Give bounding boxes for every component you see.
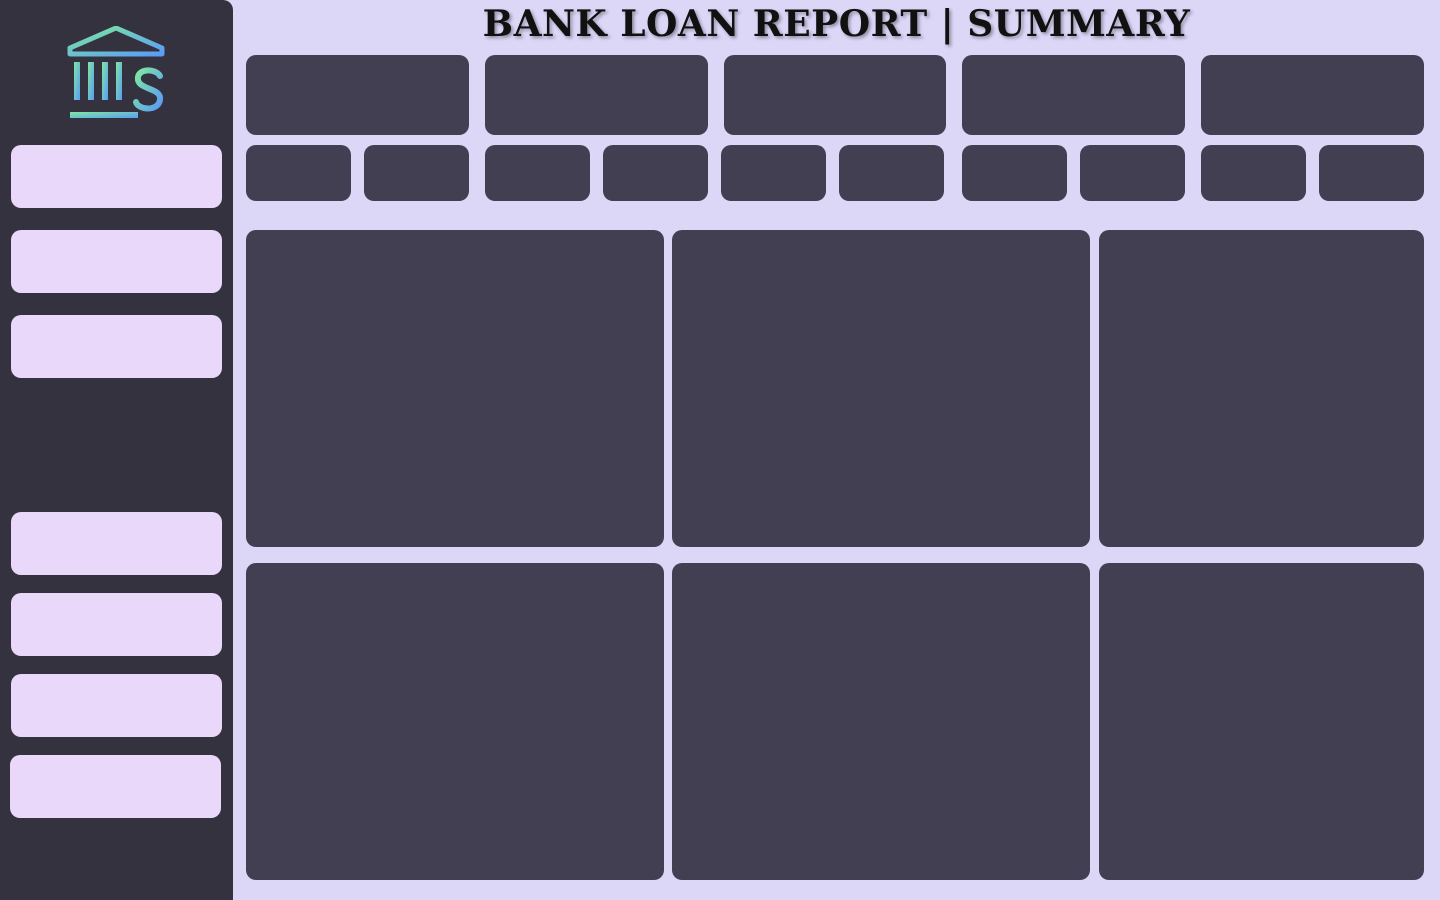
chart-panel-4[interactable] [246,563,664,880]
kpi-card-5 [1201,55,1424,135]
kpi-card-1 [246,55,469,135]
sub-kpi-card-3b [839,145,944,201]
nav-button-4[interactable] [11,512,222,575]
sub-kpi-card-5a [1201,145,1306,201]
nav-button-1[interactable] [11,145,222,208]
nav-button-2[interactable] [11,230,222,293]
sub-kpi-card-4a [962,145,1067,201]
sub-kpi-card-1a [246,145,351,201]
sub-kpi-card-3a [721,145,826,201]
kpi-card-3 [724,55,946,135]
sub-kpi-card-2a [485,145,590,201]
page-title: BANK LOAN REPORT | SUMMARY [482,3,1191,45]
bank-dollar-icon [67,26,165,120]
kpi-card-2 [485,55,708,135]
nav-button-7[interactable] [10,755,221,818]
chart-panel-1[interactable] [246,230,664,547]
sub-kpi-card-1b [364,145,469,201]
nav-button-6[interactable] [11,674,222,737]
sub-kpi-card-2b [603,145,708,201]
sub-kpi-card-4b [1080,145,1185,201]
chart-panel-6[interactable] [1099,563,1424,880]
chart-panel-2[interactable] [672,230,1090,547]
sub-kpi-card-5b [1319,145,1424,201]
sidebar [0,0,233,900]
kpi-card-4 [962,55,1185,135]
nav-button-5[interactable] [11,593,222,656]
chart-panel-5[interactable] [672,563,1090,880]
chart-panel-3[interactable] [1099,230,1424,547]
nav-button-3[interactable] [11,315,222,378]
